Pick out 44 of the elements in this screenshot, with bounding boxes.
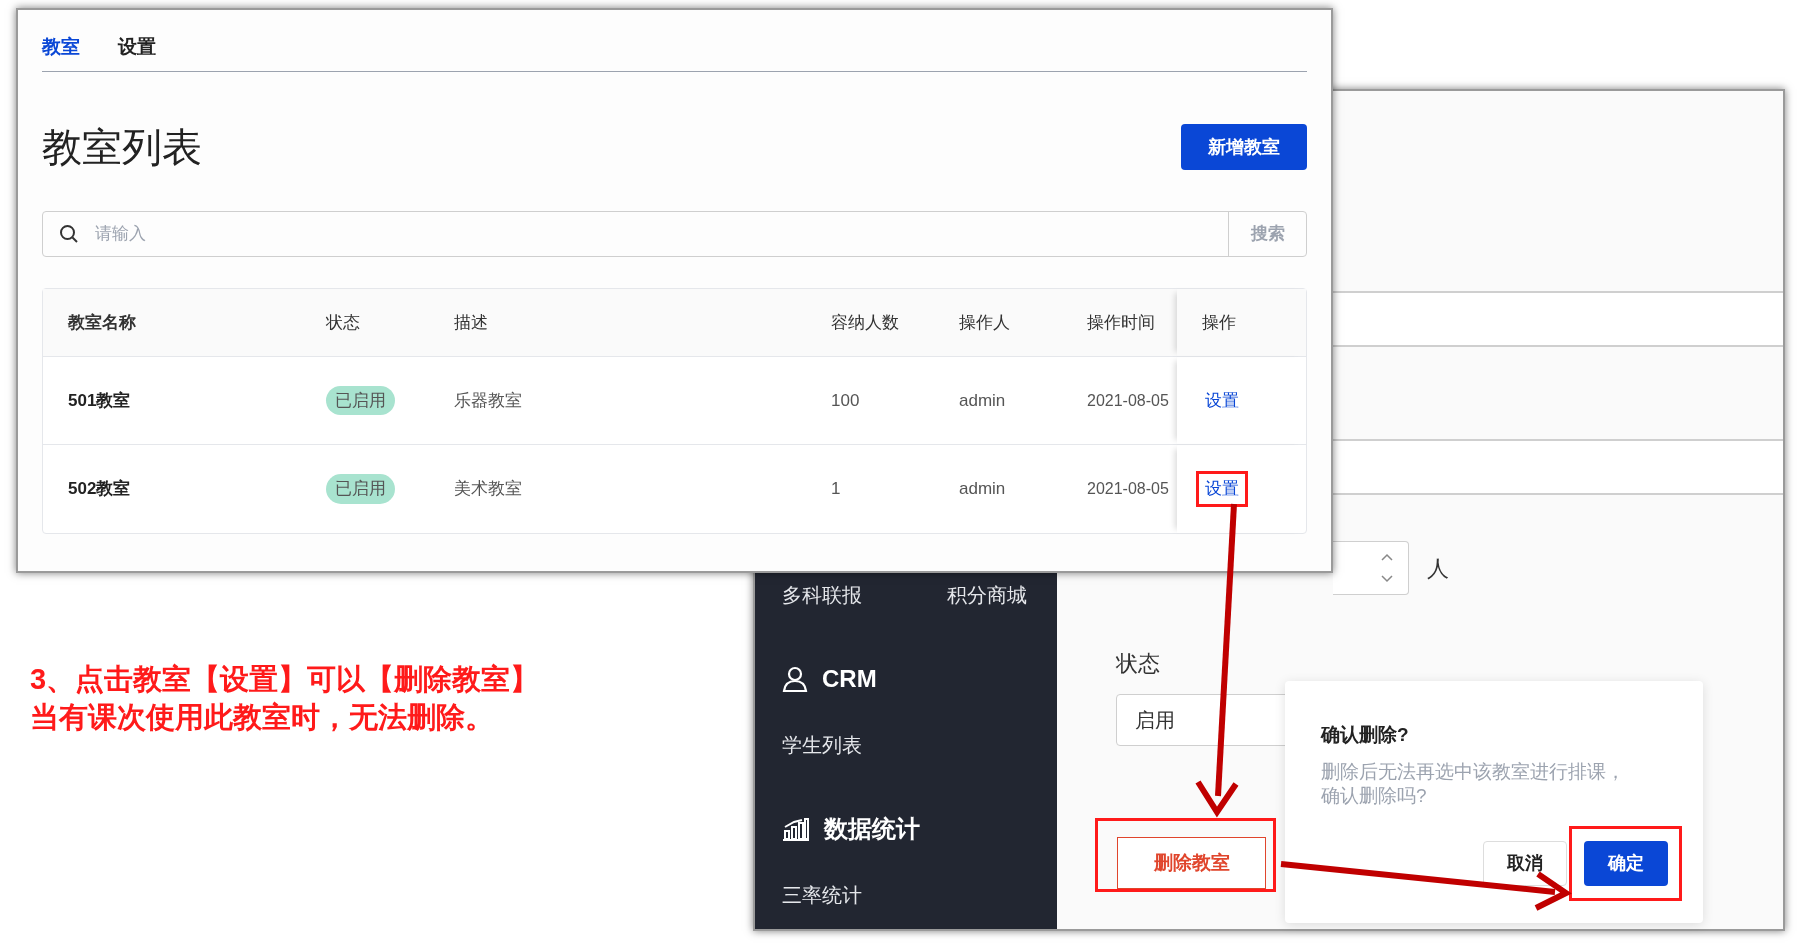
confirm-button[interactable]: 确定 <box>1583 840 1668 886</box>
tab[interactable]: 设置 <box>118 33 156 62</box>
bar-chart-icon <box>782 817 810 841</box>
tab[interactable]: 教室 <box>42 33 80 62</box>
sidebar-heading[interactable]: CRM <box>822 661 877 697</box>
field-label: 状态 <box>1116 650 1161 678</box>
column-header: 描述 <box>454 311 488 334</box>
table-cell-text: 2021-08-05 <box>1086 479 1170 499</box>
cancel-button[interactable]: 取消 <box>1483 840 1567 886</box>
tutorial-note: 3、点击教室【设置】可以【删除教室】 <box>30 662 540 697</box>
unit-label: 人 <box>1427 554 1449 583</box>
add-classroom-button[interactable]: 新增教室 <box>1181 124 1307 170</box>
column-header: 教室名称 <box>68 311 136 334</box>
table-cell-text: admin <box>958 389 1007 412</box>
table-cell-text: 100 <box>830 389 861 412</box>
user-icon <box>782 665 808 693</box>
column-header: 操作时间 <box>1087 311 1155 334</box>
sidebar-heading[interactable]: 数据统计 <box>824 811 920 847</box>
settings-link[interactable]: 设置 <box>1196 382 1248 419</box>
table-cell-text: 乐器教室 <box>453 389 523 412</box>
page-title: 教室列表 <box>42 124 202 171</box>
table-cell-text: 502教室 <box>67 478 132 501</box>
number-input[interactable] <box>1333 541 1409 595</box>
sidebar-item[interactable]: 三率统计 <box>782 880 862 910</box>
sidebar-item[interactable]: 多科联报 <box>782 580 862 610</box>
tutorial-note: 当有课次使用此教室时，无法删除。 <box>30 700 495 735</box>
search-icon <box>59 224 79 244</box>
table-cell-text: 501教室 <box>67 389 132 412</box>
column-header: 操作人 <box>959 311 1010 334</box>
popover-message: 删除后无法再选中该教室进行排课，确认删除吗? <box>1321 759 1626 808</box>
column-header: 容纳人数 <box>831 311 899 334</box>
table-cell-text: 1 <box>830 478 842 501</box>
table-cell-text: 2021-08-05 <box>1086 390 1170 411</box>
status-badge: 已启用 <box>326 385 395 416</box>
settings-link[interactable]: 设置 <box>1196 471 1248 507</box>
table-cell-text: admin <box>958 478 1007 501</box>
search-field[interactable]: 请输入 <box>95 221 1228 247</box>
table-cell-text: 美术教室 <box>453 478 523 501</box>
sidebar-item[interactable]: 学生列表 <box>782 730 862 760</box>
column-header: 操作 <box>1202 311 1236 334</box>
status-badge: 已启用 <box>326 474 395 504</box>
column-header: 状态 <box>326 311 360 334</box>
delete-button[interactable]: 删除教室 <box>1117 837 1266 889</box>
sidebar-item[interactable]: 积分商城 <box>947 580 1027 610</box>
